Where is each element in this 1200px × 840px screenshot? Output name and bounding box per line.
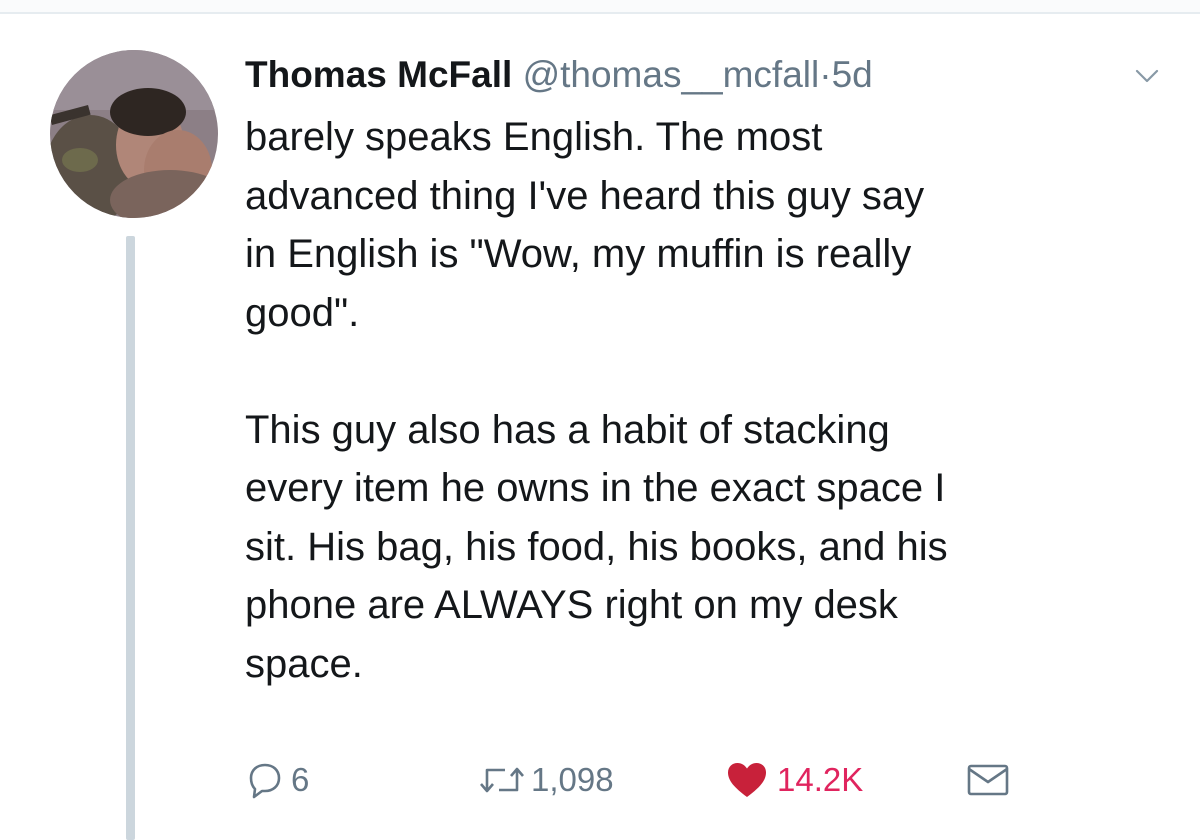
chevron-down-icon[interactable] [1134,66,1160,86]
author-handle[interactable]: @thomas__mcfall [523,54,820,95]
tweet-header: Thomas McFall @thomas__mcfall·5d [245,52,873,98]
direct-message-button[interactable] [965,752,1011,808]
tweet-paragraph: This guy also has a habit of stacking ev… [245,407,948,686]
header-separator: · [819,54,832,95]
retweet-icon [479,760,525,800]
heart-icon [725,760,769,800]
retweet-button[interactable]: 1,098 [479,752,614,808]
avatar[interactable] [50,50,218,218]
reply-icon [245,760,285,800]
reply-count: 6 [291,761,310,798]
tweet-actions: 6 1,098 14.2K [245,752,1045,808]
tweet-timestamp[interactable]: 5d [832,54,873,95]
tweet-text: barely speaks English. The most advanced… [245,108,1175,693]
reply-button[interactable]: 6 [245,752,309,808]
like-count: 14.2K [777,761,864,798]
envelope-icon [965,760,1011,800]
top-divider [0,0,1200,14]
avatar-image [50,50,218,218]
tweet-paragraph: barely speaks English. The most advanced… [245,115,925,335]
like-button[interactable]: 14.2K [725,752,863,808]
thread-line [126,236,135,840]
retweet-count: 1,098 [531,761,614,798]
author-name[interactable]: Thomas McFall [245,54,512,95]
